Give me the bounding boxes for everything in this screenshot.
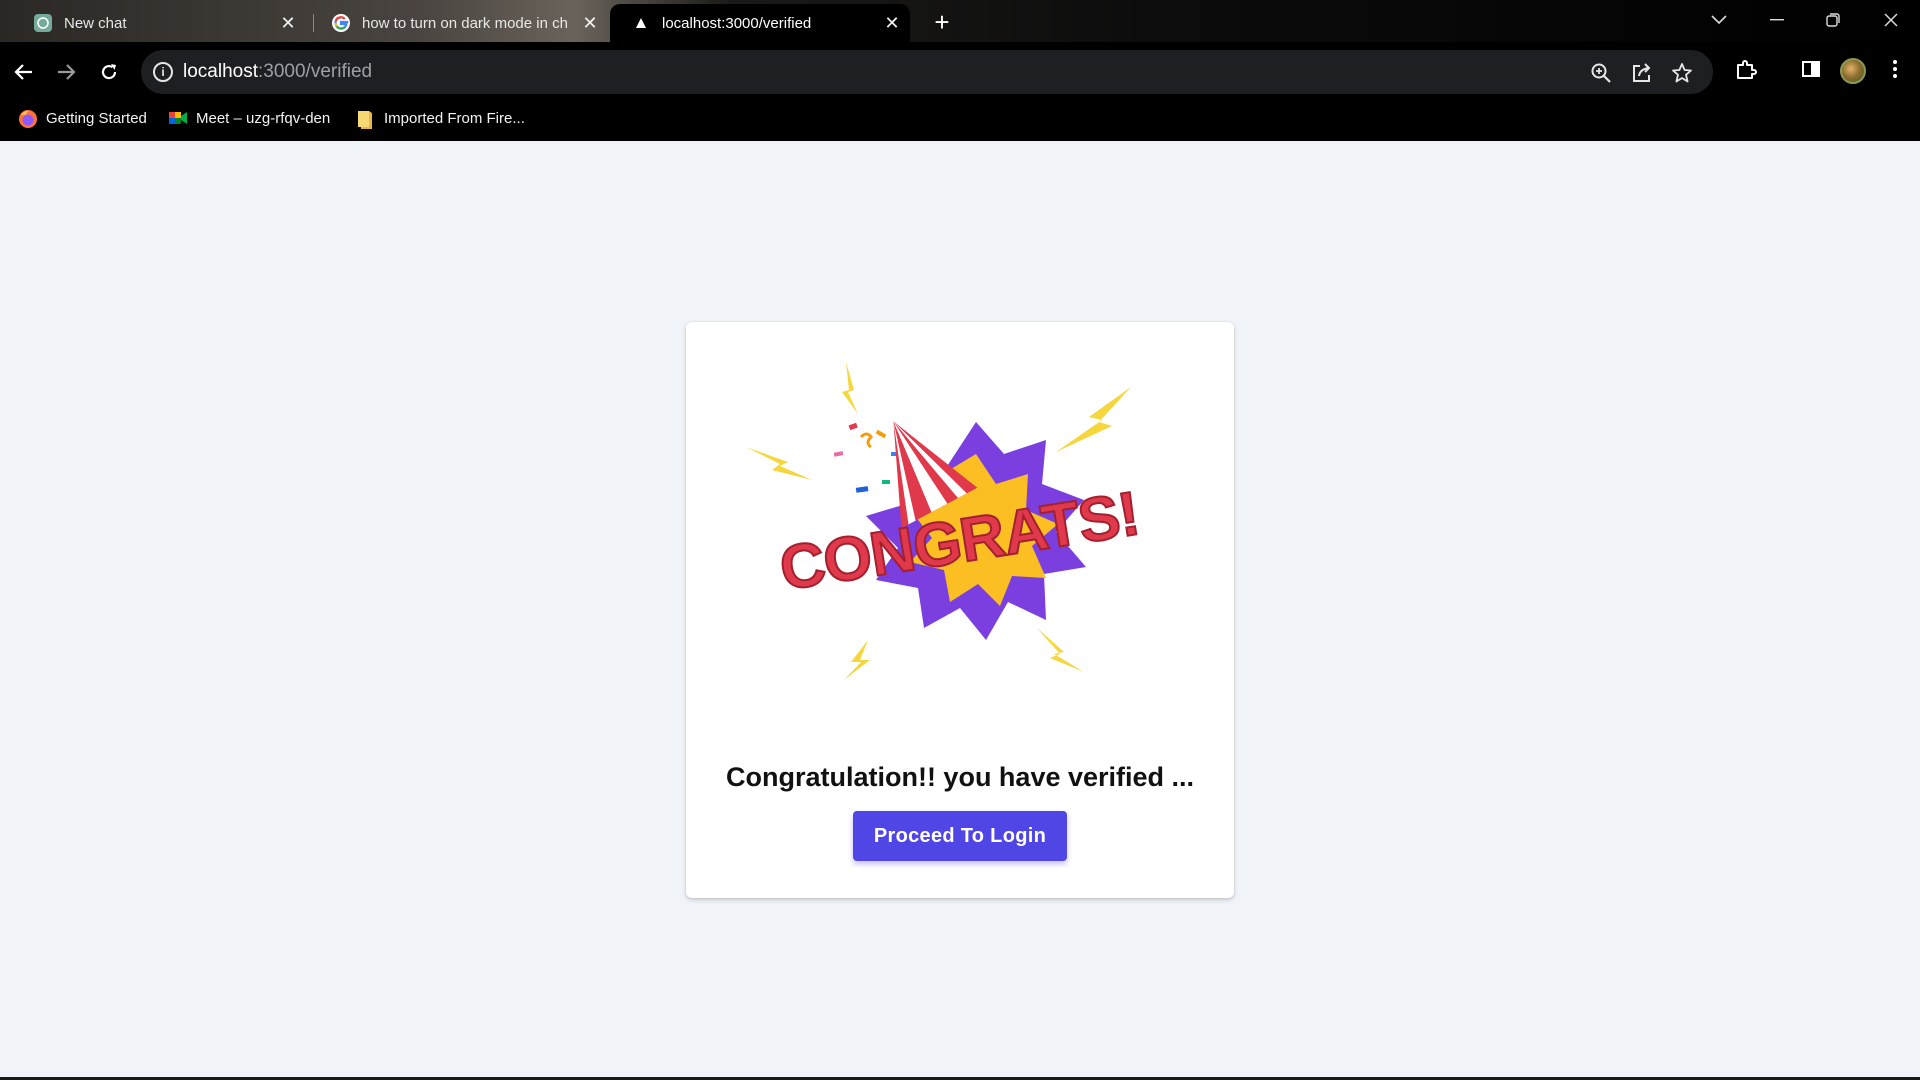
address-bar[interactable]: i localhost:3000/verified [141,50,1713,94]
chatgpt-icon [34,14,52,32]
verified-heading: Congratulation!! you have verified ... [725,762,1195,792]
bookmark-label: Getting Started [46,109,147,127]
verified-card: CONGRATS! Congratulation!! you have veri… [686,322,1234,898]
reload-icon[interactable] [93,56,125,88]
url-text[interactable]: localhost:3000/verified [183,61,372,83]
share-icon[interactable] [1629,60,1655,86]
firefox-icon [18,109,37,128]
tab-separator [313,14,314,32]
congrats-illustration: CONGRATS! [746,362,1144,680]
tab-title: how to turn on dark mode in ch [362,14,568,32]
google-meet-icon [168,109,187,127]
bookmark-imported-folder[interactable]: Imported From Fire... [356,109,525,129]
profile-avatar[interactable] [1840,58,1866,84]
star-icon[interactable] [1669,60,1695,86]
bookmarks-bar: Getting Started Meet – uzg-rfqv-den Impo… [0,99,1920,139]
bookmark-label: Meet – uzg-rfqv-den [196,109,331,127]
browser-toolbar: i localhost:3000/verified Getting Starte… [0,42,1920,142]
proceed-to-login-button[interactable]: Proceed To Login [853,811,1067,861]
minimize-icon[interactable] [1762,6,1792,34]
tab-title: localhost:3000/verified [662,14,812,32]
google-icon [332,14,350,32]
bookmark-meet[interactable]: Meet – uzg-rfqv-den [168,109,330,127]
forward-arrow-icon[interactable] [50,56,82,88]
kebab-menu-icon[interactable] [1880,54,1910,84]
tab-google-search[interactable]: how to turn on dark mode in ch ✕ [318,4,608,42]
zoom-icon[interactable] [1588,60,1614,86]
close-icon[interactable]: ✕ [278,13,298,33]
bookmark-label: Imported From Fire... [384,109,525,127]
tab-localhost-verified[interactable]: localhost:3000/verified ✕ [610,4,910,42]
bookmark-getting-started[interactable]: Getting Started [18,109,147,128]
close-icon[interactable]: ✕ [882,13,902,33]
tab-strip: New chat ✕ how to turn on dark mode in c… [0,0,1920,42]
confetti-icon [833,422,901,493]
extensions-puzzle-icon[interactable] [1731,54,1761,84]
close-window-icon[interactable] [1876,6,1906,34]
back-arrow-icon[interactable] [8,56,40,88]
close-icon[interactable]: ✕ [580,13,600,33]
triangle-icon [632,14,650,32]
tab-search-chevron-icon[interactable] [1704,6,1734,34]
folder-icon [356,109,374,129]
tab-title: New chat [64,14,127,32]
site-info-icon[interactable]: i [153,62,173,82]
new-tab-button[interactable]: + [928,7,956,37]
side-panel-icon[interactable] [1796,54,1826,84]
restore-icon[interactable] [1818,6,1848,34]
tab-new-chat[interactable]: New chat ✕ [16,4,306,42]
